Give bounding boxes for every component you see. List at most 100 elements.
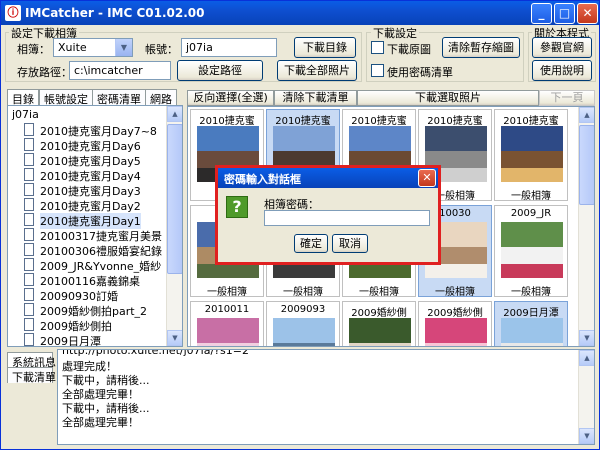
tab-password-list[interactable]: 密碼清單 [92,89,146,106]
tree-item-label: 2009婚紗側拍 [40,320,112,333]
document-icon [24,288,34,301]
scroll-down-icon[interactable]: ▼ [579,330,594,346]
photo-image [501,126,563,182]
path-input[interactable]: c:\imcatcher [69,61,171,80]
tree-item-label: 2009婚紗側拍part_2 [40,305,148,318]
document-icon [24,198,34,211]
album-select-value: Xuite [58,41,87,54]
photo-thumbnail[interactable]: 2009婚紗側 [418,301,492,346]
log-line: 全部處理完畢！ [62,416,139,429]
tab-download-list[interactable]: 下載清單 [7,367,56,384]
tree-item-label: 2010捷克蜜月Day4 [40,170,141,183]
help-button[interactable]: 使用說明 [532,60,592,81]
tree-item-label: 20100306禮服婚宴紀錄 [40,245,162,258]
photo-thumbnail[interactable]: 2009日月潭 [494,301,568,346]
document-icon [24,168,34,181]
thumbnail-type-label: 一般相簿 [283,287,323,298]
question-icon: ? [226,196,248,218]
thumbnail-title: 2010011 [204,304,250,315]
scroll-thumb[interactable] [167,124,182,274]
photo-thumbnail[interactable]: 2009_JR 一般相簿 [494,205,568,298]
thumbnail-type-label: 一般相簿 [511,287,551,298]
tree-item-label: 20090930訂婚 [40,290,118,303]
invert-select-button[interactable]: 反向選擇(全選) [187,90,274,106]
scroll-down-icon[interactable]: ▼ [579,428,594,444]
thumbnail-type-label: 一般相簿 [359,287,399,298]
document-icon [24,333,34,346]
photo-thumbnail[interactable]: 2009婚紗側 [342,301,416,346]
tree-root[interactable]: j07ia [12,108,39,121]
tree-item-label: 2010捷克蜜月Day1 [40,213,141,229]
log-panel[interactable]: http://photo.xuite.net/j07ia/?s1=2 處理完成！下… [57,349,595,445]
account-label: 帳號： [145,43,178,56]
dialog-title-bar[interactable]: 密碼輸入對話框 ✕ [218,168,438,188]
use-password-checkbox[interactable] [371,64,384,77]
document-icon [24,183,34,196]
photo-image [501,222,563,278]
chevron-down-icon[interactable]: ▼ [115,39,132,56]
photo-image [273,318,335,346]
album-select[interactable]: Xuite ▼ [53,38,133,57]
maximize-button[interactable]: □ [554,3,575,24]
thumbnail-type-label: 一般相簿 [511,191,551,202]
download-original-label: 下載原圖 [387,43,431,56]
photo-image [197,318,259,346]
tab-network[interactable]: 網路 [145,89,177,106]
thumbnail-type-label: 一般相簿 [207,287,247,298]
tree-item-label: 2010捷克蜜月Day7~8 [40,125,157,138]
tree-item-label: 2009_JR&Yvonne_婚紗 [40,260,162,273]
scroll-down-icon[interactable]: ▼ [167,330,182,346]
clear-cache-button[interactable]: 清除暫存縮圖 [442,37,520,58]
title-bar[interactable]: ⓘ IMCatcher - IMC C01.02.00 _ □ ✕ [1,1,599,25]
path-label: 存放路徑： [17,66,72,79]
scroll-up-icon[interactable]: ▲ [579,350,594,366]
thumbnail-title: 2009_JR [510,208,552,219]
tree-scrollbar[interactable]: ▲ ▼ [166,106,182,346]
tree-item-label: 2010捷克蜜月Day2 [40,200,141,213]
tab-directory[interactable]: 目錄 [7,89,39,106]
clear-download-list-button[interactable]: 清除下載清單 [274,90,357,106]
tree-item-label: 20100317捷克蜜月美景 [40,230,162,243]
photo-thumbnail[interactable]: 2010捷克蜜 一般相簿 [494,109,568,202]
close-button[interactable]: ✕ [577,3,598,24]
photo-image [425,318,487,346]
document-icon [24,303,34,316]
app-logo-icon: ⓘ [5,5,21,21]
dialog-ok-button[interactable]: 確定 [294,234,328,253]
dialog-title: 密碼輸入對話框 [224,173,301,186]
photo-scrollbar[interactable]: ▲ ▼ [578,107,594,346]
album-label: 相簿： [17,43,50,56]
download-original-checkbox[interactable] [371,41,384,54]
main-window: ⓘ IMCatcher - IMC C01.02.00 _ □ ✕ 設定下載相簿… [0,0,600,450]
scroll-up-icon[interactable]: ▲ [579,107,594,123]
log-line: http://photo.xuite.net/j07ia/?s1=2 [62,349,249,357]
thumbnail-title: 2009婚紗側 [427,308,483,319]
scroll-up-icon[interactable]: ▲ [167,106,182,122]
set-path-button[interactable]: 設定路徑 [177,60,263,81]
download-selected-button[interactable]: 下載選取照片 [357,90,539,106]
album-tree[interactable]: j07ia 2010捷克蜜月Day7~8 2010捷克蜜月Day6 2010捷克蜜月… [7,105,183,347]
window-title: IMCatcher - IMC C01.02.00 [25,6,205,20]
thumbnail-title: 2009婚紗側 [351,308,407,319]
thumbnail-title: 2010捷克蜜 [351,116,407,127]
next-page-button[interactable]: 下一頁 [539,90,595,106]
photo-thumbnail[interactable]: 2010011 [190,301,264,346]
photo-thumbnail[interactable]: 2009093 [266,301,340,346]
official-site-button[interactable]: 參觀官網 [532,37,592,58]
dialog-cancel-button[interactable]: 取消 [332,234,368,253]
scroll-thumb[interactable] [579,125,594,205]
download-all-button[interactable]: 下載全部照片 [277,60,357,81]
account-input[interactable]: j07ia [181,38,277,57]
photo-image [349,318,411,346]
log-scrollbar[interactable]: ▲ ▼ [578,350,594,444]
tab-account-settings[interactable]: 帳號設定 [39,89,93,106]
document-icon [24,213,34,226]
document-icon [24,318,34,331]
download-list-button[interactable]: 下載目錄 [294,37,356,58]
dialog-close-button[interactable]: ✕ [418,169,436,187]
album-password-input[interactable] [264,210,430,226]
thumbnail-title: 2010捷克蜜 [427,116,483,127]
document-icon [24,228,34,241]
minimize-button[interactable]: _ [531,3,552,24]
tab-system-messages[interactable]: 系統訊息 [7,352,56,369]
